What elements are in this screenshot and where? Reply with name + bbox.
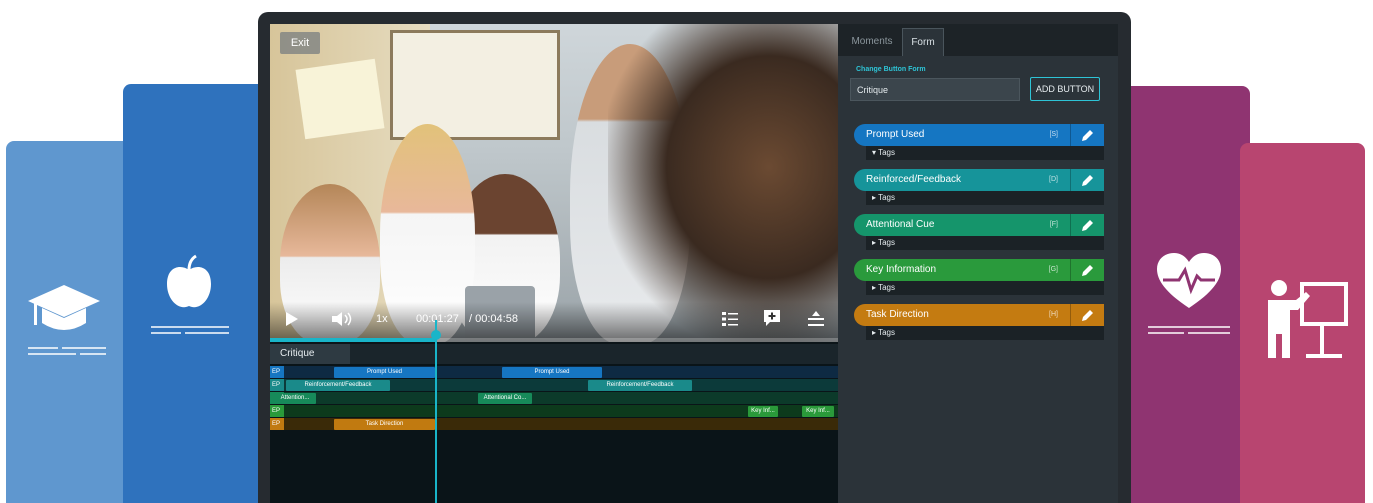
category-shortcut: [D] <box>1049 176 1058 183</box>
category-button[interactable]: Attentional Cue [F] <box>854 214 1104 236</box>
duration: / 00:04:58 <box>469 313 518 325</box>
category-button[interactable]: Key Information [G] <box>854 259 1104 281</box>
timeline-track[interactable]: EP Task Direction <box>270 418 838 430</box>
pencil-icon <box>1082 310 1093 321</box>
timeline-segment[interactable]: Task Direction <box>334 419 435 430</box>
video-frame-board <box>390 30 560 140</box>
timeline-playhead-handle[interactable] <box>431 330 441 340</box>
tab-form[interactable]: Form <box>902 28 944 56</box>
category-button[interactable]: Prompt Used [S] <box>854 124 1104 146</box>
category-name: Attentional Cue <box>866 219 935 230</box>
teacher-board-icon <box>1268 280 1348 358</box>
category-shortcut: [F] <box>1049 221 1058 228</box>
timeline-segment[interactable]: Attention... <box>274 393 316 404</box>
edit-button[interactable] <box>1070 304 1104 326</box>
apple-card <box>123 84 273 503</box>
list-settings-icon[interactable] <box>722 311 738 327</box>
track-label: EP <box>270 366 284 378</box>
timeline-segment[interactable]: Key Inf... <box>802 406 834 417</box>
add-button[interactable]: ADD BUTTON <box>1030 77 1100 101</box>
track-label: EP <box>270 379 284 391</box>
tags-toggle[interactable]: ▸ Tags <box>866 236 1104 250</box>
timeline-segment[interactable]: Prompt Used <box>502 367 602 378</box>
volume-icon[interactable] <box>332 312 354 326</box>
video-progress-track[interactable] <box>270 338 838 342</box>
playback-speed[interactable]: 1x <box>376 313 388 325</box>
edit-button[interactable] <box>1070 124 1104 146</box>
teacher-card <box>1240 143 1365 503</box>
heart-pulse-icon <box>1157 253 1221 308</box>
category-name: Key Information <box>866 264 937 275</box>
category-shortcut: [G] <box>1048 266 1058 273</box>
timeline-track[interactable]: Attention... Attentional Co... <box>270 392 838 404</box>
category-button[interactable]: Reinforced/Feedback [D] <box>854 169 1104 191</box>
video-progress-fill <box>270 338 435 342</box>
timeline-track[interactable]: EP Key Inf... Key Inf... <box>270 405 838 417</box>
timeline-playhead[interactable] <box>435 320 437 503</box>
edit-button[interactable] <box>1070 169 1104 191</box>
category-shortcut: [S] <box>1049 131 1058 138</box>
video-controls-bar <box>270 302 838 342</box>
timeline-segment[interactable]: Attentional Co... <box>478 393 532 404</box>
tags-toggle[interactable]: ▸ Tags <box>866 191 1104 205</box>
exit-button[interactable]: Exit <box>280 32 320 54</box>
tags-toggle[interactable]: ▸ Tags <box>866 281 1104 295</box>
track-label: EP <box>270 405 284 417</box>
change-button-form-label: Change Button Form <box>856 66 926 73</box>
timeline-track[interactable]: EP Reinforcement/Feedback Reinforcement/… <box>270 379 838 391</box>
coding-panel: Moments Form Change Button Form Critique… <box>838 24 1118 503</box>
pencil-icon <box>1082 175 1093 186</box>
apple-icon <box>167 254 211 308</box>
category-name: Prompt Used <box>866 129 925 140</box>
pencil-icon <box>1082 265 1093 276</box>
video-frame-foreground <box>608 24 838 342</box>
timeline-segment[interactable]: Reinforcement/Feedback <box>286 380 390 391</box>
category-shortcut: [H] <box>1049 311 1058 318</box>
current-time: 00:01:27 <box>416 313 459 325</box>
panel-tabs: Moments Form <box>838 24 1118 56</box>
timeline-tab-critique[interactable]: Critique <box>270 344 350 364</box>
timeline-track[interactable]: EP Prompt Used Prompt Used <box>270 366 838 378</box>
category-name: Task Direction <box>866 309 929 320</box>
graduation-cap-icon <box>28 285 100 330</box>
timeline-segment[interactable]: Key Inf... <box>748 406 778 417</box>
video-player[interactable]: Exit 1x 00:01:27 / 00:04:58 <box>270 24 838 342</box>
decorative-lines <box>28 347 108 357</box>
decorative-lines <box>151 326 231 336</box>
timeline-tab-bar <box>270 344 838 364</box>
decorative-lines <box>1148 326 1232 336</box>
health-card <box>1110 86 1250 503</box>
track-label: EP <box>270 418 284 430</box>
app-screen: Exit 1x 00:01:27 / 00:04:58 Critique EP … <box>270 24 1118 503</box>
category-name: Reinforced/Feedback <box>866 174 962 185</box>
button-form-select[interactable]: Critique <box>850 78 1020 101</box>
timeline-segment[interactable]: Prompt Used <box>334 367 435 378</box>
pencil-icon <box>1082 130 1093 141</box>
timeline-segment[interactable]: Reinforcement/Feedback <box>588 380 692 391</box>
tab-moments[interactable]: Moments <box>844 28 900 56</box>
edit-button[interactable] <box>1070 214 1104 236</box>
play-icon[interactable] <box>286 312 298 326</box>
add-comment-icon[interactable] <box>764 310 780 327</box>
pencil-icon <box>1082 220 1093 231</box>
tags-toggle[interactable]: ▾ Tags <box>866 146 1104 160</box>
collapse-icon[interactable] <box>808 311 824 327</box>
edit-button[interactable] <box>1070 259 1104 281</box>
category-button[interactable]: Task Direction [H] <box>854 304 1104 326</box>
video-frame-poster <box>295 58 385 140</box>
tags-toggle[interactable]: ▸ Tags <box>866 326 1104 340</box>
timeline[interactable]: Critique EP Prompt Used Prompt Used EP R… <box>270 344 838 503</box>
